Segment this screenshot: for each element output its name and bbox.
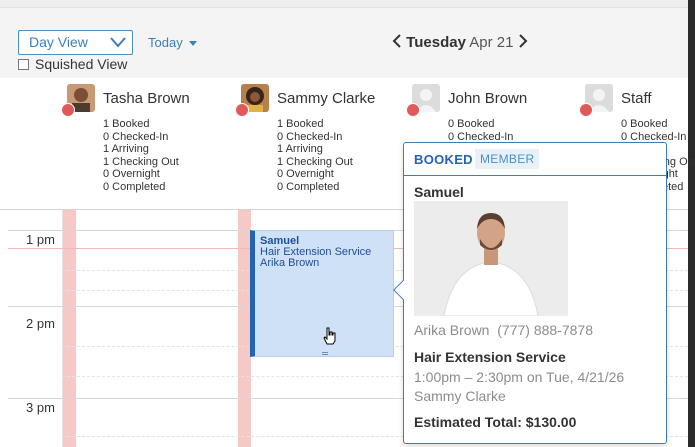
resize-handle[interactable] (322, 352, 328, 355)
staff-name: Sammy Clarke (277, 90, 376, 107)
stat-booked: 0 Booked (621, 118, 668, 130)
current-date: Apr 21 (469, 34, 514, 51)
appointment-block[interactable]: Samuel Hair Extension Service Arika Brow… (250, 230, 394, 357)
hour-line (8, 230, 62, 231)
status-dot (406, 103, 420, 117)
chevron-left-icon[interactable] (392, 34, 402, 48)
stat-checking-out: 1 Checking Out (103, 155, 179, 168)
chevron-down-icon (110, 37, 126, 48)
view-select-value: Day View (29, 34, 88, 50)
contact-phone[interactable]: (777) 888-7878 (497, 322, 593, 338)
time-label: 3 pm (26, 400, 55, 415)
column-divider (62, 210, 63, 447)
booking-status: BOOKED (414, 152, 473, 167)
current-day-name: Tuesday (406, 34, 466, 51)
stat-arriving: 1 Arriving (277, 143, 323, 155)
today-label: Today (148, 35, 183, 50)
stat-booked: 1 Booked (277, 118, 324, 130)
popover-staff: Sammy Clarke (414, 388, 506, 404)
date-navigator: Tuesday Apr 21 (392, 34, 528, 51)
stat-checked-in: 0 Checked-In (103, 130, 169, 143)
squished-view-checkbox[interactable] (18, 59, 29, 70)
hand-cursor-icon (323, 327, 336, 345)
status-dot (235, 103, 249, 117)
popover-time: 1:00pm – 2:30pm on Tue, 4/21/26 (414, 369, 625, 385)
staff-stats: 0 Booked 0 Checked-In (448, 118, 513, 143)
stat-booked: 0 Booked (448, 118, 495, 130)
stat-completed: 0 Completed (103, 180, 166, 193)
popover-service: Hair Extension Service (414, 349, 566, 365)
popover-header: BOOKED MEMBER (404, 143, 666, 176)
staff-name: John Brown (448, 90, 528, 107)
stat-checking-out: 1 Checking Out (277, 155, 353, 168)
staff-stats: 1 Booked 0 Checked-In 1 Arriving 1 Check… (277, 118, 353, 193)
stat-arriving: 1 Arriving (103, 143, 149, 155)
appointment-staff: Arika Brown (260, 257, 320, 269)
contact-name: Arika Brown (414, 322, 490, 338)
window-right-edge (688, 0, 695, 447)
staff-name: Tasha Brown (103, 90, 190, 107)
stat-overnight: 0 Overnight (277, 168, 334, 180)
appointment-popover: BOOKED MEMBER Samuel Arika Brown (777) 8… (393, 142, 667, 444)
status-dot (579, 103, 593, 117)
stat-booked: 1 Booked (103, 118, 150, 130)
squished-view-label: Squished View (35, 56, 128, 72)
today-dropdown[interactable]: Today (148, 35, 197, 50)
hour-line (8, 398, 62, 399)
stat-checked-in: 0 Checked-In (277, 130, 343, 143)
view-select[interactable]: Day View (18, 30, 133, 55)
unavailable-column-bar (63, 210, 76, 447)
time-label: 1 pm (26, 232, 55, 247)
chevron-right-icon[interactable] (518, 34, 528, 48)
client-photo (414, 201, 568, 316)
hour-line (8, 306, 62, 307)
staff-name: Staff (621, 90, 652, 107)
estimated-total: Estimated Total: $130.00 (414, 414, 577, 430)
member-badge: MEMBER (475, 149, 540, 169)
caret-down-icon (188, 41, 197, 47)
status-dot (61, 103, 75, 117)
time-label: 2 pm (26, 316, 55, 331)
calendar-toolbar: Day View Today Squished View Tuesday Apr… (0, 8, 688, 78)
popover-client-name[interactable]: Samuel (414, 184, 464, 200)
staff-stats: 1 Booked 0 Checked-In 1 Arriving 1 Check… (103, 118, 179, 193)
stat-completed: 0 Completed (277, 180, 340, 193)
window-top-edge (0, 0, 688, 8)
client-contact: Arika Brown (777) 888-7878 (414, 322, 593, 338)
stat-overnight: 0 Overnight (103, 168, 160, 180)
squished-view-toggle[interactable]: Squished View (18, 56, 127, 72)
